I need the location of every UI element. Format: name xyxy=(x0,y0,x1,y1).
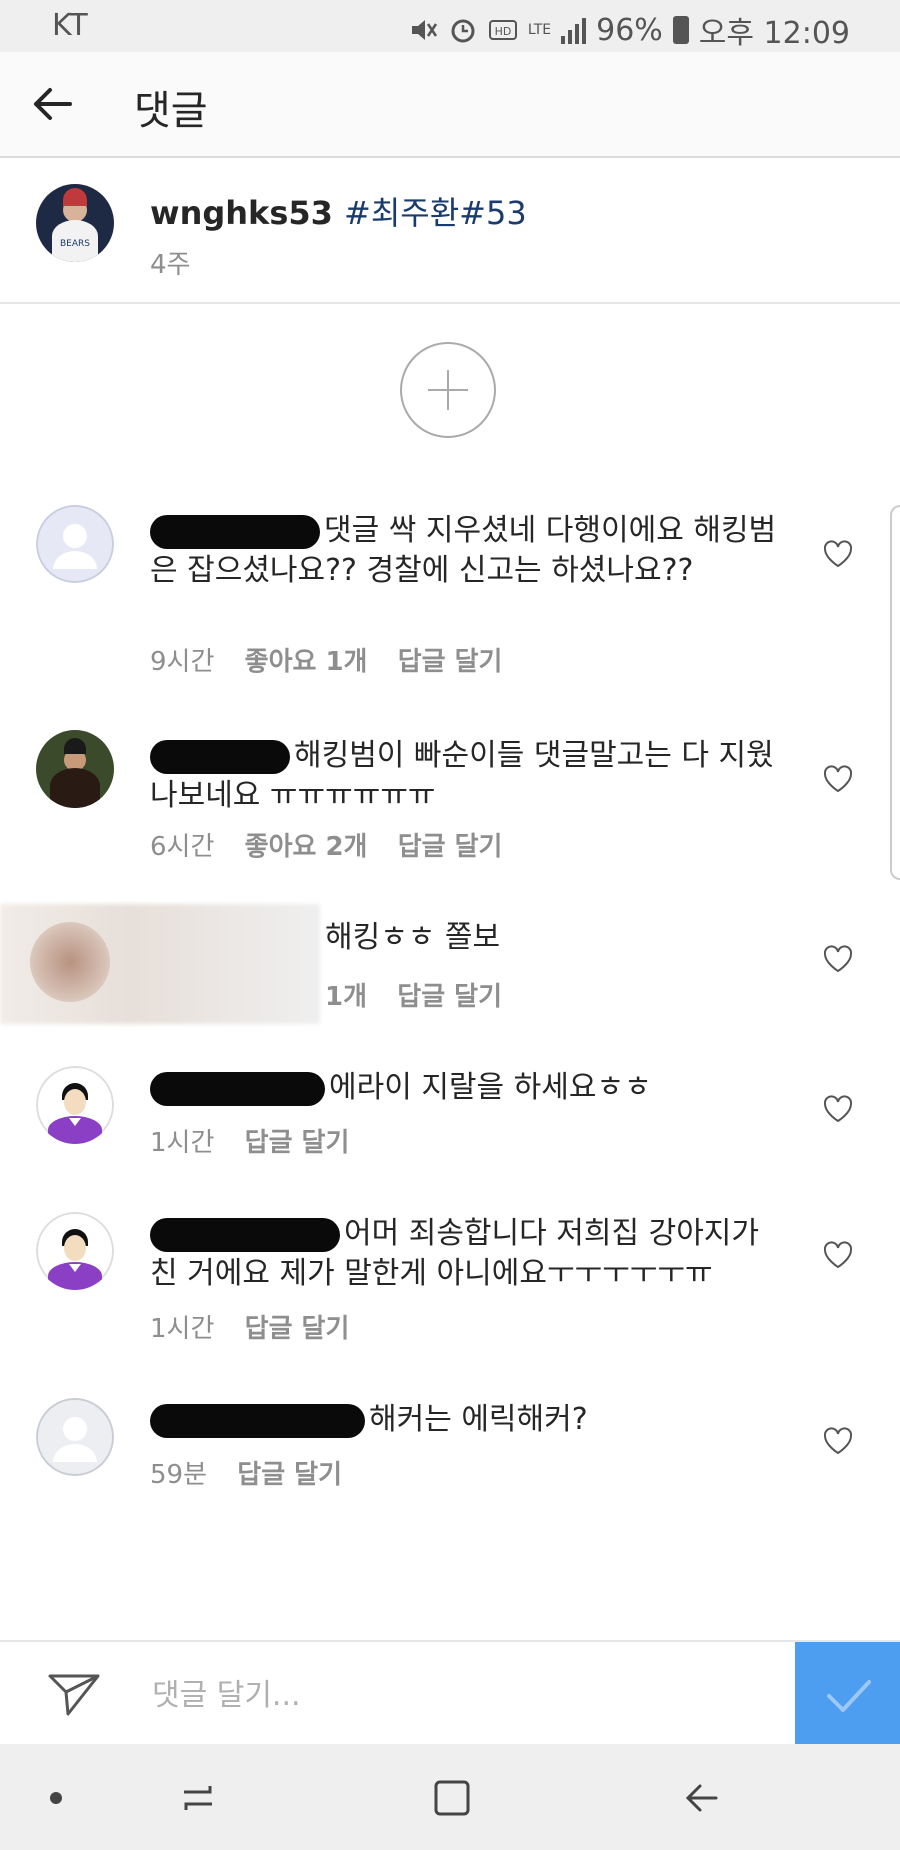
signal-icon xyxy=(561,16,587,44)
clock: 오후 12:09 xyxy=(698,16,850,51)
reply-button[interactable]: 답글 달기 xyxy=(237,1460,342,1490)
avatar[interactable] xyxy=(30,922,110,1002)
comment-time: 1시간 xyxy=(150,1128,215,1158)
comment-text: 해커는 에릭해커? xyxy=(369,1402,588,1437)
alarm-icon xyxy=(451,19,475,43)
heart-icon[interactable] xyxy=(822,764,854,794)
comment-time: 1개 xyxy=(325,982,368,1012)
arrow-left-icon[interactable] xyxy=(30,82,74,126)
status-bar: KT HD LTE 96% 오후 12:09 xyxy=(0,0,900,52)
avatar[interactable] xyxy=(36,1398,114,1476)
avatar[interactable]: BEARS xyxy=(36,184,114,262)
comment-time: 59분 xyxy=(150,1460,208,1490)
comment-input[interactable] xyxy=(150,1668,774,1722)
comment-time: 9시간 xyxy=(150,647,215,677)
app-header: 댓글 xyxy=(0,52,900,158)
battery-percent: 96% xyxy=(596,12,663,48)
back-icon[interactable] xyxy=(678,1774,726,1822)
paper-plane-icon[interactable] xyxy=(46,1670,102,1720)
svg-text:BEARS: BEARS xyxy=(60,239,90,249)
submit-button[interactable] xyxy=(795,1642,900,1746)
comment-time: 6시간 xyxy=(150,832,215,862)
status-icons: HD LTE 96% 오후 12:09 xyxy=(408,8,850,52)
comment-input-bar xyxy=(0,1640,900,1746)
avatar[interactable] xyxy=(36,505,114,583)
page-title: 댓글 xyxy=(134,88,208,134)
reply-button[interactable]: 답글 달기 xyxy=(245,1314,350,1344)
reply-button[interactable]: 답글 달기 xyxy=(397,982,502,1012)
network-type: LTE xyxy=(527,22,552,38)
dot-icon[interactable] xyxy=(32,1774,80,1822)
post-caption: BEARS wnghks53 #최주환#53 4주 xyxy=(0,158,900,304)
heart-icon[interactable] xyxy=(822,539,854,569)
redacted-username xyxy=(150,514,320,549)
plus-circle-icon[interactable] xyxy=(400,342,496,438)
reply-button[interactable]: 답글 달기 xyxy=(398,647,503,677)
comment-likes[interactable]: 좋아요 2개 xyxy=(245,832,368,862)
heart-icon[interactable] xyxy=(822,1240,854,1270)
avatar[interactable] xyxy=(36,730,114,808)
scrollbar[interactable] xyxy=(890,505,900,880)
post-hashtags[interactable]: #최주환#53 xyxy=(344,194,527,232)
hd-icon: HD xyxy=(488,20,517,40)
heart-icon[interactable] xyxy=(822,1426,854,1456)
redacted-username xyxy=(150,739,290,774)
battery-icon xyxy=(672,16,689,44)
comment-time: 1시간 xyxy=(150,1314,215,1344)
post-time: 4주 xyxy=(150,250,191,280)
avatar[interactable] xyxy=(36,1212,114,1290)
reply-button[interactable]: 답글 달기 xyxy=(398,832,503,862)
recent-apps-icon[interactable] xyxy=(174,1774,222,1822)
reply-button[interactable]: 답글 달기 xyxy=(245,1128,350,1158)
comment-likes[interactable]: 좋아요 1개 xyxy=(245,647,368,677)
avatar[interactable] xyxy=(36,1066,114,1144)
checkmark-icon xyxy=(827,1680,871,1712)
svg-text:HD: HD xyxy=(494,25,511,38)
post-username[interactable]: wnghks53 xyxy=(150,194,333,232)
redacted-username xyxy=(150,1217,340,1252)
mute-icon xyxy=(411,20,437,40)
heart-icon[interactable] xyxy=(822,944,854,974)
redacted-username xyxy=(150,1071,325,1106)
home-icon[interactable] xyxy=(428,1774,476,1822)
redacted-username xyxy=(150,1403,365,1438)
carrier-label: KT xyxy=(52,8,88,43)
heart-icon[interactable] xyxy=(822,1094,854,1124)
system-nav-bar xyxy=(0,1744,900,1850)
comment-text: 에라이 지랄을 하세요ㅎㅎ xyxy=(329,1070,652,1105)
comment-text: 해킹ㅎㅎ 쫄보 xyxy=(325,920,501,955)
